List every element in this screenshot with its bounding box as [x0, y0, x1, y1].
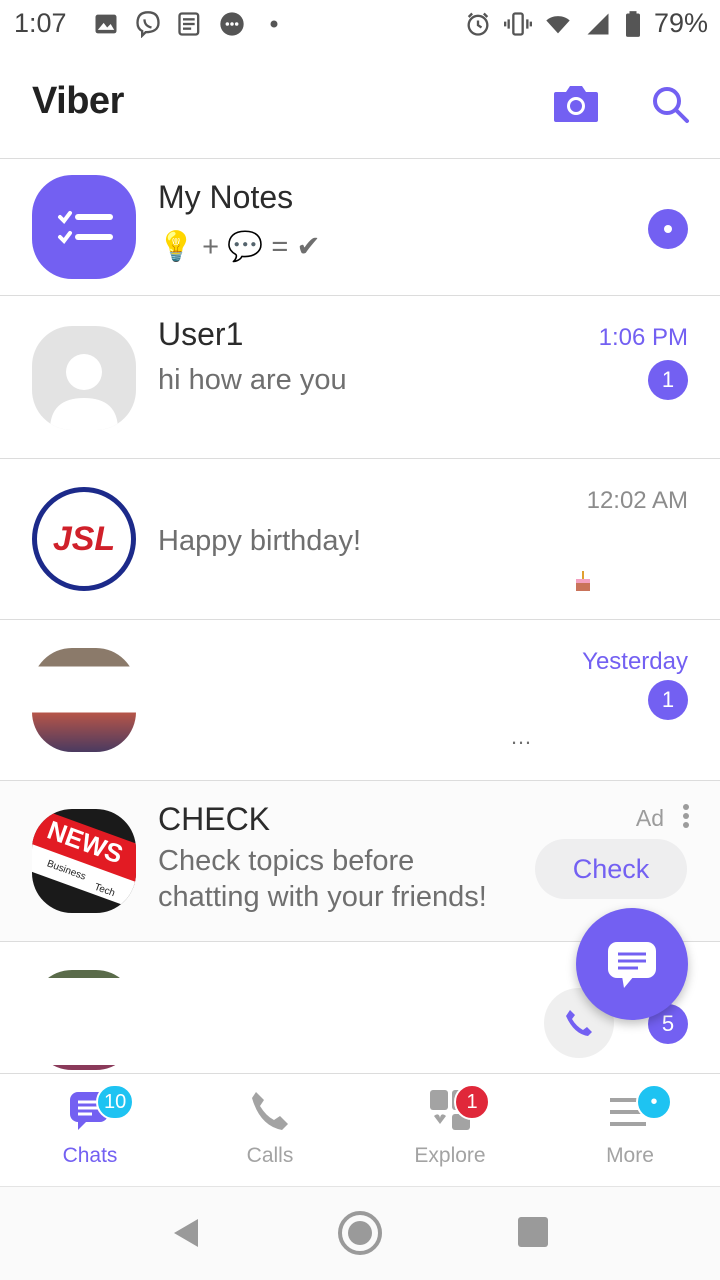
- tab-label: More: [606, 1144, 654, 1167]
- avatar: [32, 970, 136, 1070]
- jsl-avatar: JSL: [32, 487, 136, 591]
- viber-icon: [136, 11, 160, 38]
- tab-more[interactable]: • More: [540, 1074, 720, 1186]
- phone-icon: [252, 1092, 288, 1130]
- alarm-icon: [467, 12, 489, 36]
- system-nav-bar: [0, 1186, 720, 1280]
- unread-badge: 1: [648, 360, 688, 400]
- notes-avatar: [32, 175, 136, 279]
- avatar: [32, 326, 136, 430]
- unread-badge: 1: [648, 680, 688, 720]
- signal-icon: [587, 13, 609, 34]
- news-avatar: NEWS Business Tech: [32, 809, 136, 913]
- image-icon: [95, 14, 117, 34]
- recents-icon[interactable]: [516, 1215, 550, 1249]
- search-icon[interactable]: [650, 84, 690, 124]
- back-icon[interactable]: [168, 1215, 204, 1251]
- chat-time: 1:06 PM: [598, 324, 688, 351]
- ad-label: Ad: [635, 805, 664, 831]
- chat-preview: hi how are you: [158, 364, 347, 396]
- dot-icon: [664, 225, 672, 233]
- tab-label: Calls: [246, 1144, 294, 1167]
- app-title: Viber: [32, 80, 124, 122]
- message-icon: [220, 12, 244, 36]
- chat-title: User1: [158, 316, 244, 352]
- default-avatar-icon: [50, 354, 118, 430]
- group-avatar: [32, 648, 136, 752]
- tab-chats[interactable]: 10 Chats: [0, 1074, 180, 1186]
- home-icon[interactable]: [336, 1209, 384, 1257]
- ad-title: CHECK: [158, 801, 271, 837]
- chat-row-group[interactable]: Yesterday 1 …: [0, 620, 720, 780]
- tab-calls[interactable]: Calls: [180, 1074, 360, 1186]
- tab-label: Chats: [62, 1144, 118, 1167]
- chat-time: Yesterday: [582, 648, 688, 675]
- explore-badge: 1: [454, 1084, 490, 1120]
- cake-icon: [576, 571, 590, 591]
- notes-icon: [58, 211, 113, 245]
- system-icons: 79%: [464, 8, 708, 39]
- chats-badge: 10: [96, 1084, 135, 1120]
- tab-label: Explore: [414, 1144, 486, 1167]
- bottom-nav: 10 Chats Calls 1 Explore • More: [0, 1073, 720, 1185]
- new-chat-fab[interactable]: [576, 908, 688, 1020]
- vibrate-icon: [503, 11, 532, 36]
- battery-icon: [625, 10, 640, 37]
- jsl-logo-text: JSL: [52, 520, 116, 558]
- battery-percent: 79%: [653, 8, 708, 38]
- check-button[interactable]: Check: [535, 839, 687, 899]
- notes-indicator: [648, 209, 688, 249]
- status-bar: 1:07 79%: [0, 0, 720, 50]
- chat-row-my-notes[interactable]: My Notes 💡 + 💬 = ✔: [0, 159, 720, 295]
- ad-preview-line2: chatting with your friends!: [158, 881, 487, 913]
- dot-icon: [270, 20, 278, 28]
- tab-explore[interactable]: 1 Explore: [360, 1074, 540, 1186]
- app-bar: Viber: [0, 50, 720, 158]
- wifi-icon: [546, 15, 570, 33]
- overflow-menu-icon[interactable]: [682, 803, 690, 829]
- chat-preview: 💡 + 💬 = ✔: [158, 231, 321, 263]
- chat-preview: …: [510, 724, 532, 749]
- more-badge: •: [636, 1084, 672, 1120]
- camera-icon[interactable]: [552, 82, 600, 124]
- news-icon: [178, 12, 200, 36]
- ad-preview-line1: Check topics before: [158, 845, 415, 877]
- chat-row-user1[interactable]: User1 hi how are you 1:06 PM 1: [0, 296, 720, 458]
- notification-icons: [92, 10, 288, 38]
- chat-time: 12:02 AM: [586, 487, 688, 514]
- chat-row-jsl[interactable]: JSL Happy birthday! 12:02 AM: [0, 459, 720, 619]
- chat-preview: Happy birthday!: [158, 525, 362, 557]
- compose-chat-icon: [608, 942, 656, 988]
- chat-title: My Notes: [158, 179, 294, 215]
